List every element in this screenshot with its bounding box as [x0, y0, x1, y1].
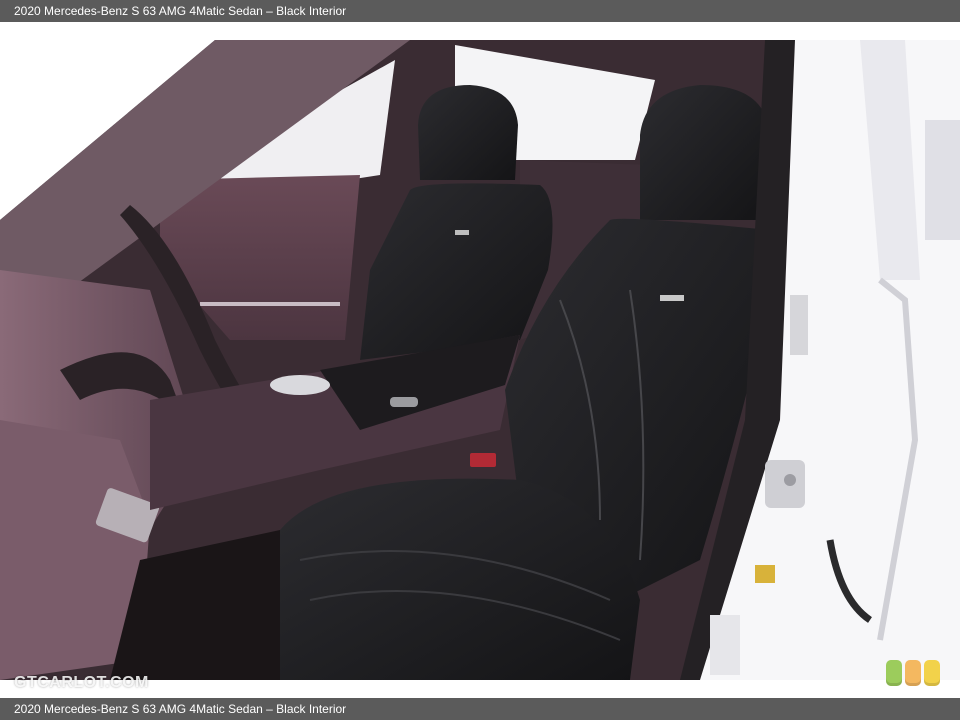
rating-dot-green — [886, 660, 902, 686]
rating-indicator — [886, 660, 940, 686]
rating-dot-orange — [905, 660, 921, 686]
image-caption: 2020 Mercedes-Benz S 63 AMG 4Matic Sedan… — [14, 4, 347, 18]
interior-photo — [0, 40, 960, 680]
image-caption-footer: 2020 Mercedes-Benz S 63 AMG 4Matic Sedan… — [14, 702, 347, 716]
top-caption-bar: 2020 Mercedes-Benz S 63 AMG 4Matic Sedan… — [0, 0, 960, 22]
bottom-caption-bar: 2020 Mercedes-Benz S 63 AMG 4Matic Sedan… — [0, 698, 960, 720]
rating-dot-yellow — [924, 660, 940, 686]
watermark: GTCARLOT.COM — [14, 674, 149, 691]
